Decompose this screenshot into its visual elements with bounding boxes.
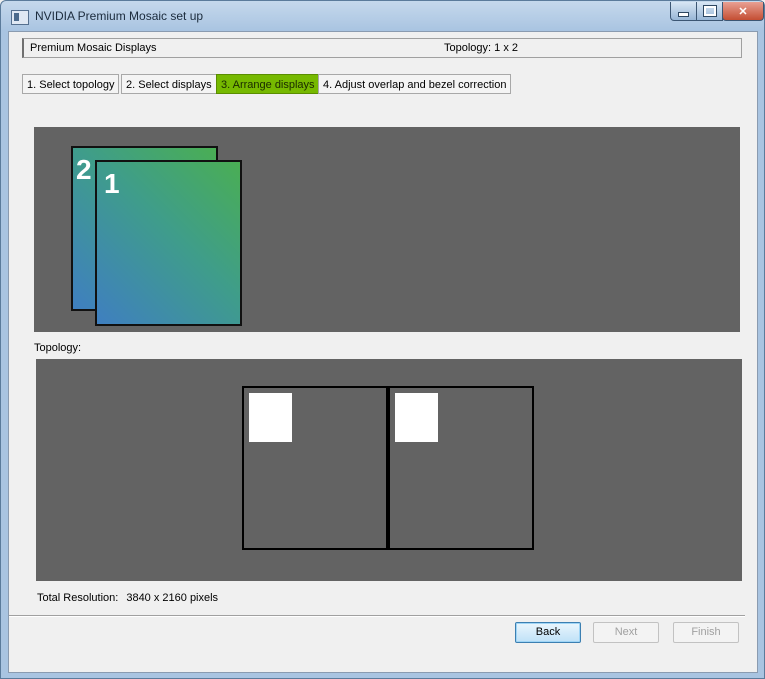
title-bar[interactable]: NVIDIA Premium Mosaic set up ✕ xyxy=(1,1,764,31)
display-tile-1[interactable]: 1 xyxy=(95,160,242,326)
step-select-displays[interactable]: 2. Select displays xyxy=(121,74,217,94)
close-button[interactable]: ✕ xyxy=(722,2,764,21)
divider xyxy=(9,615,745,617)
total-resolution: Total Resolution: 3840 x 2160 pixels xyxy=(37,592,218,604)
minimize-button[interactable] xyxy=(670,2,697,21)
total-resolution-value: 3840 x 2160 pixels xyxy=(126,592,219,604)
topology-tile[interactable] xyxy=(242,386,388,550)
next-button[interactable]: Next xyxy=(593,622,659,643)
maximize-button[interactable] xyxy=(696,2,723,21)
header-title: Premium Mosaic Displays xyxy=(30,42,157,54)
step-arrange-displays[interactable]: 3. Arrange displays xyxy=(216,74,320,94)
wizard-body: Premium Mosaic Displays Topology: 1 x 2 … xyxy=(8,31,758,673)
tile-marker xyxy=(249,393,292,442)
display-number: 2 xyxy=(76,154,92,185)
total-resolution-label: Total Resolution: xyxy=(37,592,119,604)
step-adjust-overlap[interactable]: 4. Adjust overlap and bezel correction xyxy=(318,74,512,94)
header-bar: Premium Mosaic Displays Topology: 1 x 2 xyxy=(22,38,742,58)
topology-panel xyxy=(36,359,742,581)
step-label: 4. Adjust overlap and bezel correction xyxy=(323,79,507,91)
window-title: NVIDIA Premium Mosaic set up xyxy=(35,9,204,23)
topology-summary: Topology: 1 x 2 xyxy=(444,42,518,54)
arrange-displays-panel: 2 1 xyxy=(34,127,740,332)
step-label: 1. Select topology xyxy=(27,79,115,91)
minimize-icon xyxy=(678,12,689,17)
topology-tile[interactable] xyxy=(388,386,534,550)
mosaic-setup-window: NVIDIA Premium Mosaic set up ✕ Premium M… xyxy=(0,0,765,679)
display-number: 1 xyxy=(104,168,120,199)
topology-label: Topology: xyxy=(34,342,82,354)
close-icon: ✕ xyxy=(738,5,748,18)
step-label: 3. Arrange displays xyxy=(221,79,315,91)
finish-button[interactable]: Finish xyxy=(673,622,739,643)
step-select-topology[interactable]: 1. Select topology xyxy=(22,74,120,94)
back-button[interactable]: Back xyxy=(515,622,581,643)
maximize-icon xyxy=(702,5,717,17)
app-window-icon xyxy=(11,10,29,25)
step-label: 2. Select displays xyxy=(126,79,212,91)
tile-marker xyxy=(395,393,438,442)
